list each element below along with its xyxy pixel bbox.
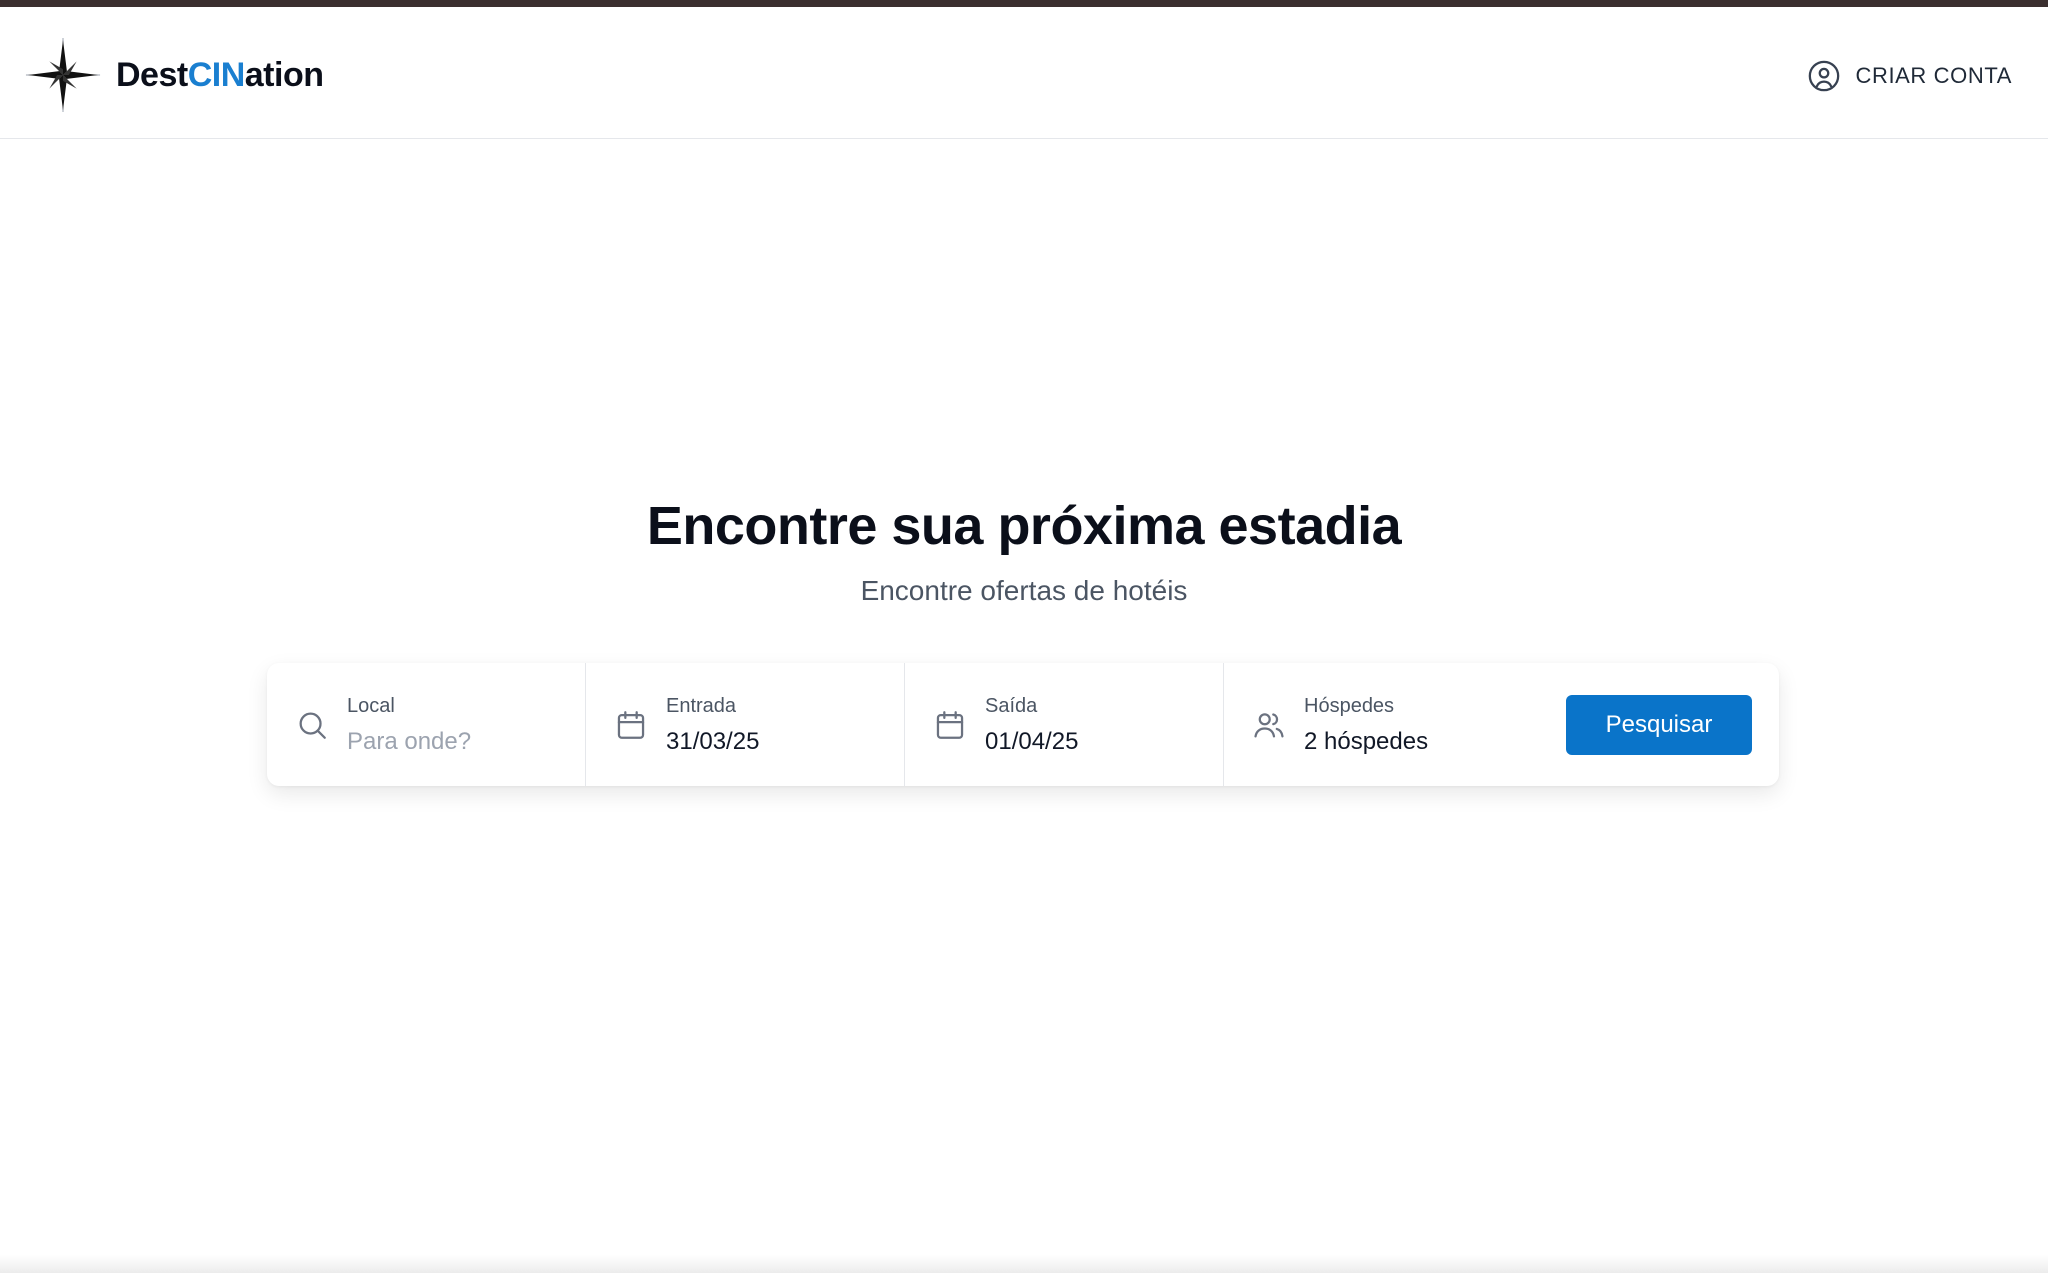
- site-header: DestCINation CRIAR CONTA: [0, 7, 2048, 139]
- create-account-link[interactable]: CRIAR CONTA: [1807, 54, 2012, 98]
- location-field[interactable]: Local: [267, 663, 586, 786]
- guests-value[interactable]: 2 hóspedes: [1304, 727, 1428, 757]
- create-account-label: CRIAR CONTA: [1855, 63, 2012, 88]
- search-button[interactable]: Pesquisar: [1566, 694, 1752, 755]
- hero-section: Encontre sua próxima estadia Encontre of…: [0, 490, 2048, 610]
- logo-text: DestCINation: [116, 55, 324, 95]
- logo-text-accent: CIN: [187, 55, 246, 94]
- search-icon: [299, 712, 326, 739]
- guests-field[interactable]: Hóspedes 2 hóspedes: [1224, 663, 1510, 786]
- checkin-value[interactable]: 31/03/25: [666, 727, 759, 757]
- users-icon: [1254, 712, 1284, 737]
- bottom-shadow: [0, 1255, 2048, 1273]
- location-input[interactable]: [347, 726, 567, 757]
- logo-text-prefix: Dest: [116, 55, 188, 94]
- page-subtitle: Encontre ofertas de hotéis: [860, 575, 1188, 606]
- browser-top-strip: [0, 0, 2048, 7]
- logo-text-suffix: ation: [244, 55, 324, 94]
- checkout-label: Saída: [985, 694, 1038, 717]
- site-logo[interactable]: DestCINation: [24, 35, 324, 115]
- checkin-label: Entrada: [666, 694, 737, 717]
- checkout-value[interactable]: 01/04/25: [985, 727, 1078, 757]
- calendar-icon: [617, 710, 645, 739]
- page-title: Encontre sua próxima estadia: [646, 496, 1402, 556]
- search-button-container: Pesquisar: [1510, 663, 1779, 786]
- checkin-field[interactable]: Entrada 31/03/25: [586, 663, 905, 786]
- user-circle-icon: [1809, 60, 1840, 92]
- compass-star-icon: [25, 37, 101, 113]
- location-label: Local: [347, 694, 395, 717]
- search-bar: Local Entrada 31/03/25 Saída 01/04/25: [267, 663, 1779, 786]
- guests-label: Hóspedes: [1304, 694, 1395, 717]
- calendar-icon: [936, 710, 964, 739]
- checkout-field[interactable]: Saída 01/04/25: [905, 663, 1224, 786]
